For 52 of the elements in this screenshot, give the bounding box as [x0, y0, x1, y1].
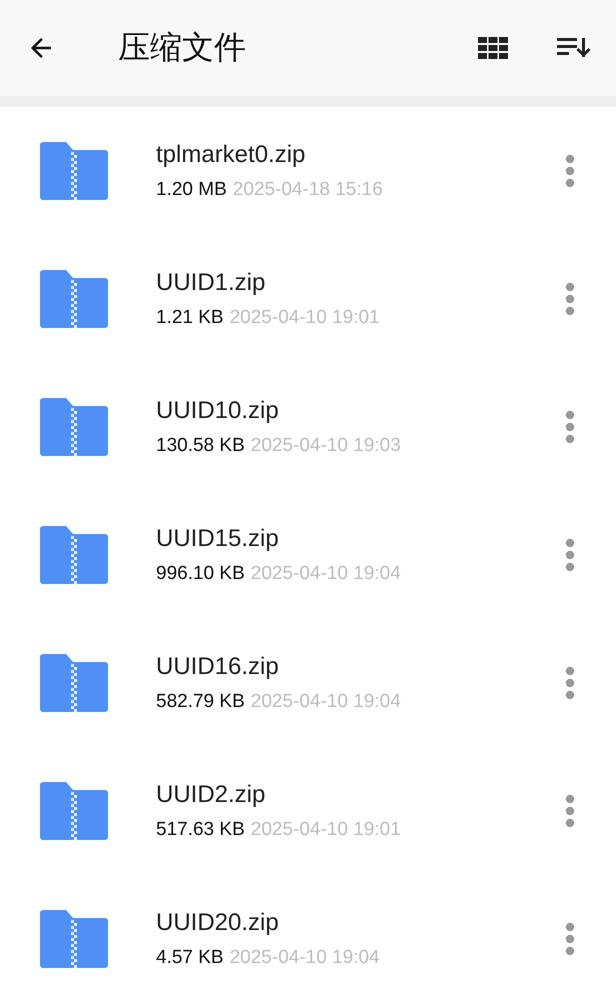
- file-date: 2025-04-18 15:16: [232, 179, 383, 201]
- file-size: 130.58 KB: [156, 435, 245, 457]
- file-size: 1.21 KB: [156, 307, 224, 329]
- file-date: 2025-04-10 19:04: [250, 691, 401, 713]
- more-icon: [565, 666, 575, 700]
- file-name: UUID15.zip: [156, 525, 280, 553]
- file-date: 2025-04-10 19:03: [250, 435, 401, 457]
- file-item[interactable]: UUID2.zip 517.63 KB 2025-04-10 19:01: [0, 747, 616, 875]
- zip-folder-icon: [40, 142, 108, 200]
- more-icon: [565, 922, 575, 956]
- file-date: 2025-04-10 19:01: [250, 819, 401, 841]
- more-button[interactable]: [565, 538, 575, 572]
- file-size: 1.20 MB: [156, 179, 227, 201]
- file-item[interactable]: UUID1.zip 1.21 KB 2025-04-10 19:01: [0, 235, 616, 363]
- zip-folder-icon: [40, 526, 108, 584]
- more-icon: [565, 154, 575, 188]
- more-button[interactable]: [565, 410, 575, 444]
- grid-view-button[interactable]: [477, 34, 509, 62]
- file-item[interactable]: tplmarket0.zip 1.20 MB 2025-04-18 15:16: [0, 107, 616, 235]
- file-item[interactable]: UUID15.zip 996.10 KB 2025-04-10 19:04: [0, 491, 616, 619]
- page-title: 压缩文件: [118, 28, 247, 67]
- more-icon: [565, 282, 575, 316]
- more-button[interactable]: [565, 794, 575, 828]
- file-item[interactable]: UUID16.zip 582.79 KB 2025-04-10 19:04: [0, 619, 616, 747]
- more-button[interactable]: [565, 154, 575, 188]
- file-item[interactable]: UUID20.zip 4.57 KB 2025-04-10 19:04: [0, 875, 616, 981]
- file-name: UUID1.zip: [156, 269, 266, 297]
- file-size: 582.79 KB: [156, 691, 245, 713]
- zip-folder-icon: [40, 910, 108, 968]
- more-icon: [565, 410, 575, 444]
- zip-folder-icon: [40, 398, 108, 456]
- more-icon: [565, 794, 575, 828]
- more-button[interactable]: [565, 666, 575, 700]
- zip-folder-icon: [40, 782, 108, 840]
- file-name: UUID10.zip: [156, 397, 280, 425]
- file-size: 996.10 KB: [156, 563, 245, 585]
- more-button[interactable]: [565, 282, 575, 316]
- file-date: 2025-04-10 19:04: [230, 947, 380, 969]
- file-date: 2025-04-10 19:01: [230, 307, 380, 329]
- more-button[interactable]: [565, 922, 575, 956]
- file-name: UUID16.zip: [156, 653, 280, 681]
- file-item[interactable]: UUID10.zip 130.58 KB 2025-04-10 19:03: [0, 363, 616, 491]
- file-size: 517.63 KB: [156, 819, 245, 841]
- more-icon: [565, 538, 575, 572]
- zip-folder-icon: [40, 654, 108, 712]
- file-name: UUID2.zip: [156, 781, 266, 809]
- file-name: tplmarket0.zip: [156, 141, 306, 169]
- file-date: 2025-04-10 19:04: [250, 563, 401, 585]
- file-size: 4.57 KB: [156, 947, 224, 969]
- grid-icon: [478, 37, 508, 59]
- file-name: UUID20.zip: [156, 909, 280, 937]
- zip-folder-icon: [40, 270, 108, 328]
